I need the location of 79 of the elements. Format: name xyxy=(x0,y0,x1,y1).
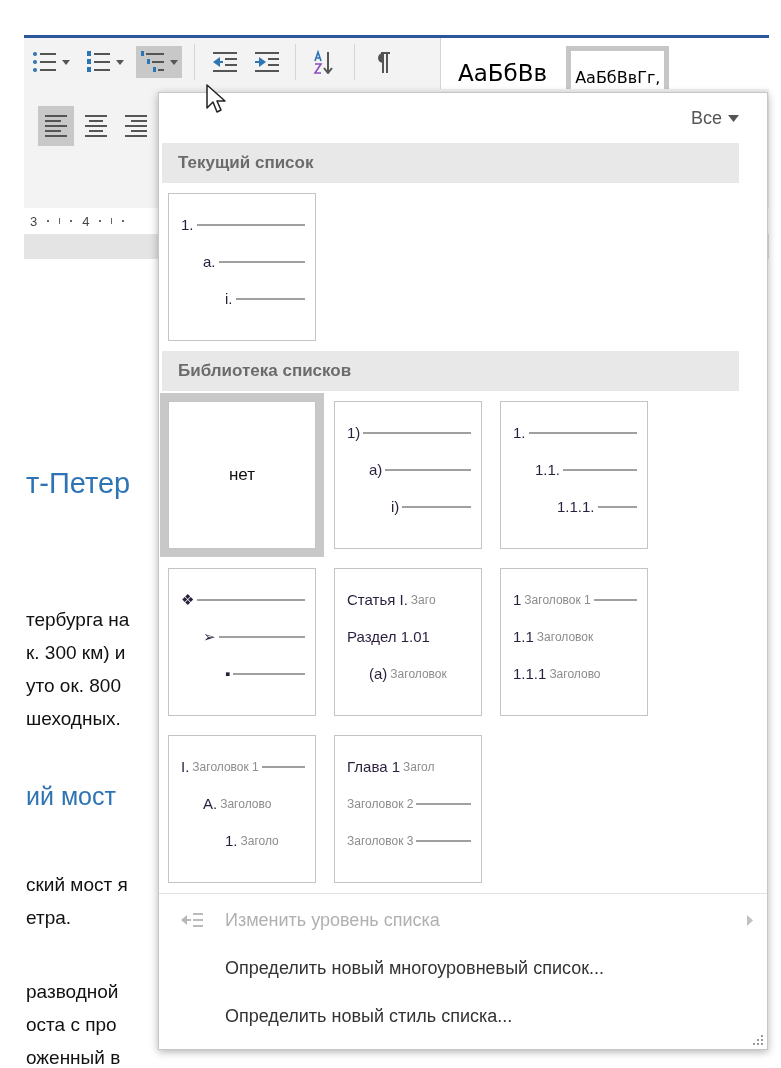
document-text-line: етра. xyxy=(26,906,73,930)
list-marker: i) xyxy=(391,498,400,515)
section-header: Библиотека списков xyxy=(162,351,739,391)
align-left-icon xyxy=(44,114,68,138)
align-left-button[interactable] xyxy=(38,106,74,146)
list-style-tile[interactable]: I. Заголовок 1 A. Заголово 1. Заголо xyxy=(168,735,316,883)
list-marker: 1.1.1. xyxy=(557,498,595,515)
document-text-line: уто ок. 800 xyxy=(26,674,122,698)
ruler-tick xyxy=(111,218,113,224)
menu-item[interactable]: Определить новый многоуровневый список... xyxy=(159,944,767,992)
document-heading: ий мост xyxy=(26,781,117,812)
list-marker: ❖ xyxy=(181,590,194,609)
list-marker: 1. xyxy=(225,832,238,849)
list-style-tile[interactable]: Глава 1 Загол Заголовок 2 Заголовок 3 xyxy=(334,735,482,883)
caret-icon xyxy=(728,114,739,122)
document-text-line: шеходных. xyxy=(26,707,122,731)
heading-caption: Заго xyxy=(410,592,436,607)
list-style-tile[interactable]: Статья I. Заго Раздел 1.01 (a) Заголовок xyxy=(334,568,482,716)
resize-grip-icon xyxy=(753,1035,763,1045)
document-text-line: разводной xyxy=(26,980,120,1004)
list-marker: A. xyxy=(203,795,218,812)
document-text-line: тербурга на xyxy=(26,608,131,632)
heading-caption: Заголовок 1 xyxy=(192,759,259,774)
heading-caption: Заголовок 3 xyxy=(347,833,414,848)
heading-caption: Заголо xyxy=(240,833,279,848)
heading-caption: Заголовок 2 xyxy=(347,796,414,811)
list-marker: (a) xyxy=(369,665,388,682)
list-style-tile[interactable]: 1 Заголовок 1 1.1 Заголовок 1.1.1 Заголово xyxy=(500,568,648,716)
list-marker: 1. xyxy=(513,424,526,441)
list-marker: a. xyxy=(203,253,216,270)
align-center-icon xyxy=(84,114,108,138)
list-marker: ▪ xyxy=(225,665,231,682)
multilevel-list-button[interactable] xyxy=(136,46,182,78)
heading-caption: Заголовок xyxy=(536,629,594,644)
document-text-line: оста с про xyxy=(26,1013,118,1037)
list-marker: Раздел 1.01 xyxy=(347,628,430,645)
align-right-icon xyxy=(124,114,148,138)
list-marker: Глава 1 xyxy=(347,758,401,775)
ruler-number: 4 xyxy=(82,213,90,229)
tile-label: нет xyxy=(228,465,256,485)
list-marker: Статья I. xyxy=(347,591,408,608)
document-text-line: ский мост я xyxy=(26,873,129,897)
increase-indent-icon xyxy=(253,50,279,74)
list-marker: 1.1 xyxy=(513,628,534,645)
ruler-tick xyxy=(122,220,125,222)
document-text-line: к. 300 км) и xyxy=(26,641,127,665)
list-marker: 1 xyxy=(513,591,522,608)
ruler-tick xyxy=(70,220,73,222)
heading-caption: Загол xyxy=(403,759,435,774)
ruler-tick xyxy=(47,220,50,222)
list-style-tile[interactable]: 1.1.1. 1.1.1. xyxy=(500,401,648,549)
list-style-tile[interactable]: ❖ ➢ ▪ xyxy=(168,568,316,716)
ruler-number: 3 xyxy=(30,213,38,229)
bulleted-list-icon xyxy=(32,50,58,74)
heading-caption: Заголовок 1 xyxy=(524,592,591,607)
list-style-tile[interactable]: 1) a) i) xyxy=(334,401,482,549)
section-header: Текущий список xyxy=(162,143,739,183)
numbered-list-icon xyxy=(86,50,112,74)
decrease-indent-icon xyxy=(211,50,237,74)
ruler-tick xyxy=(59,218,61,224)
menu-item[interactable]: Определить новый стиль списка... xyxy=(159,992,767,1040)
ruler-tick xyxy=(99,220,102,222)
document-text-line: оженный в xyxy=(26,1046,122,1068)
heading-caption: Заголовок xyxy=(390,666,447,681)
list-marker: 1) xyxy=(347,424,361,441)
list-marker: a) xyxy=(369,461,383,478)
list-marker: i. xyxy=(225,290,233,307)
list-marker: ➢ xyxy=(203,627,216,646)
heading-caption: Заголово xyxy=(549,666,601,681)
list-marker: 1. xyxy=(181,216,194,233)
list-marker: I. xyxy=(181,758,190,775)
heading-caption: Заголово xyxy=(220,796,272,811)
document-heading: т-Петер xyxy=(26,466,131,501)
list-marker: 1.1.1 xyxy=(513,665,547,682)
style-sample[interactable]: АаБбВвГг, xyxy=(566,46,670,89)
filter-dropdown[interactable]: Все xyxy=(690,107,739,129)
list-style-tile[interactable]: 1. a. i. xyxy=(168,193,316,341)
multilevel-list-icon xyxy=(140,50,166,74)
list-marker: 1.1. xyxy=(535,461,561,478)
